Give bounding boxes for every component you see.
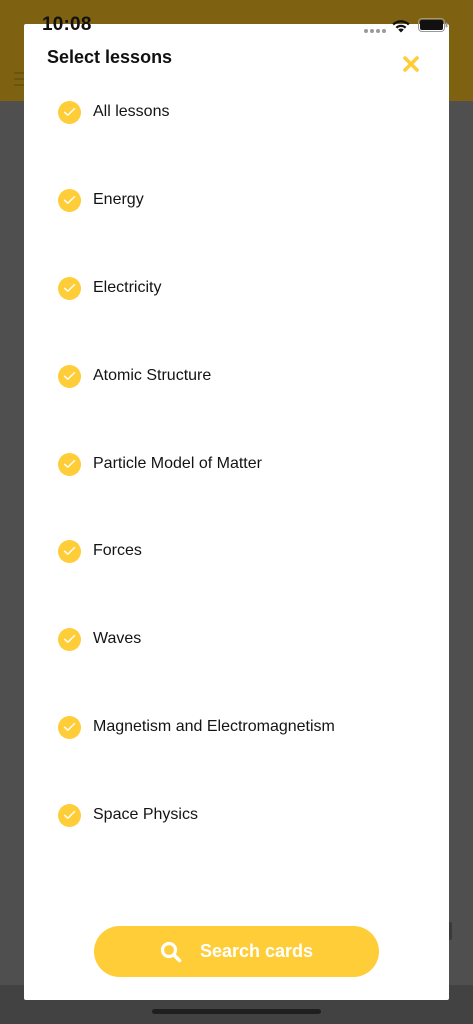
status-time: 10:08 <box>42 14 92 35</box>
lesson-label: Particle Model of Matter <box>93 455 262 472</box>
lesson-item-particle-model-of-matter[interactable]: Particle Model of Matter <box>58 449 418 479</box>
lesson-item-forces[interactable]: Forces <box>58 536 418 566</box>
lesson-label: Atomic Structure <box>93 367 212 384</box>
checkbox-checked-icon <box>58 452 81 476</box>
close-icon <box>403 56 419 72</box>
search-cards-button[interactable]: Search cards <box>94 926 379 977</box>
lesson-item-atomic-structure[interactable]: Atomic Structure <box>58 361 418 391</box>
lesson-label: Magnetism and Electromagnetism <box>93 718 335 735</box>
lesson-item-electricity[interactable]: Electricity <box>58 273 418 303</box>
lesson-label: Waves <box>93 630 142 647</box>
sheet-title: Select lessons <box>47 47 173 67</box>
lesson-item-space-physics[interactable]: Space Physics <box>58 800 418 830</box>
lesson-item-energy[interactable]: Energy <box>58 185 418 215</box>
lesson-label: Electricity <box>93 279 162 296</box>
select-lessons-sheet: Select lessons All lessons Energy Electr… <box>24 24 449 1000</box>
checkbox-checked-icon <box>58 100 81 124</box>
close-button[interactable] <box>399 52 423 76</box>
search-button-label: Search cards <box>199 941 314 961</box>
wifi-icon <box>392 20 410 33</box>
home-indicator <box>152 1009 321 1014</box>
lesson-item-all-lessons[interactable]: All lessons <box>58 97 418 127</box>
lesson-label: Space Physics <box>93 806 198 823</box>
lesson-item-magnetism-and-electromagnetism[interactable]: Magnetism and Electromagnetism <box>58 712 418 742</box>
cellular-signal-icon <box>364 29 386 33</box>
screen: 10:08 Select lessons All lessons Energy … <box>0 0 473 1024</box>
lesson-item-waves[interactable]: Waves <box>58 624 418 654</box>
lesson-label: All lessons <box>93 103 170 120</box>
checkbox-checked-icon <box>58 539 81 563</box>
checkbox-checked-icon <box>58 715 81 739</box>
status-bar: 10:08 <box>0 0 473 48</box>
search-icon <box>160 941 182 962</box>
checkbox-checked-icon <box>58 188 81 212</box>
lesson-label: Energy <box>93 191 144 208</box>
lesson-label: Forces <box>93 542 142 559</box>
checkbox-checked-icon <box>58 627 81 651</box>
checkbox-checked-icon <box>58 364 81 388</box>
battery-icon <box>418 18 448 32</box>
checkbox-checked-icon <box>58 803 81 827</box>
checkbox-checked-icon <box>58 276 81 300</box>
